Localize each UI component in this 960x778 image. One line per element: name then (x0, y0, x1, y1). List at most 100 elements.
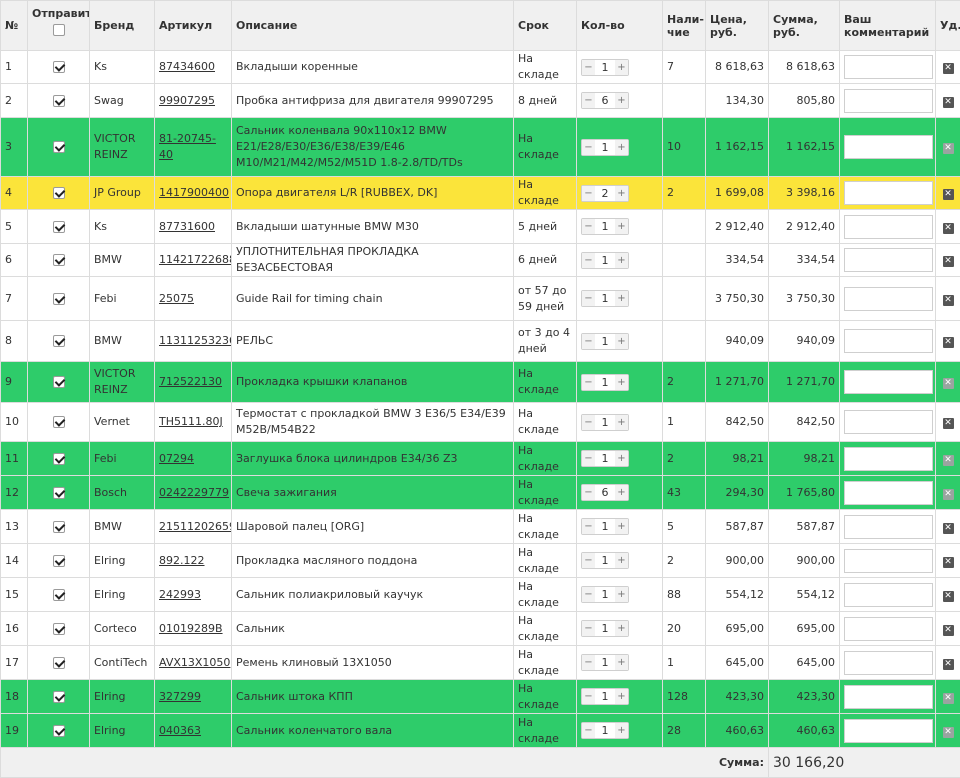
close-icon[interactable]: ✕ (943, 693, 954, 704)
comment-input[interactable] (844, 719, 933, 743)
article-link[interactable]: 11311253236 (159, 334, 232, 347)
comment-input[interactable] (844, 370, 933, 394)
minus-icon[interactable]: − (582, 415, 595, 430)
close-icon[interactable]: ✕ (943, 378, 954, 389)
select-all-checkbox[interactable] (53, 24, 65, 36)
comment-input[interactable] (844, 248, 933, 272)
article-link[interactable]: 1417900400 (159, 186, 229, 199)
send-checkbox[interactable] (53, 691, 65, 703)
send-checkbox[interactable] (53, 221, 65, 233)
comment-input[interactable] (844, 181, 933, 205)
article-link[interactable]: AVX13X1050 (159, 656, 230, 669)
quantity-value[interactable]: 2 (595, 186, 615, 201)
comment-input[interactable] (844, 515, 933, 539)
close-icon[interactable]: ✕ (943, 256, 954, 267)
article-link[interactable]: 07294 (159, 452, 194, 465)
minus-icon[interactable]: − (582, 621, 595, 636)
plus-icon[interactable]: + (615, 689, 628, 704)
comment-input[interactable] (844, 617, 933, 641)
comment-input[interactable] (844, 651, 933, 675)
article-link[interactable]: 712522130 (159, 375, 222, 388)
quantity-value[interactable]: 1 (595, 689, 615, 704)
send-checkbox[interactable] (53, 335, 65, 347)
minus-icon[interactable]: − (582, 253, 595, 268)
quantity-value[interactable]: 1 (595, 415, 615, 430)
close-icon[interactable]: ✕ (943, 337, 954, 348)
article-link[interactable]: 99907295 (159, 94, 215, 107)
minus-icon[interactable]: − (582, 689, 595, 704)
comment-input[interactable] (844, 410, 933, 434)
minus-icon[interactable]: − (582, 186, 595, 201)
quantity-value[interactable]: 1 (595, 587, 615, 602)
close-icon[interactable]: ✕ (943, 523, 954, 534)
close-icon[interactable]: ✕ (943, 143, 954, 154)
close-icon[interactable]: ✕ (943, 659, 954, 670)
plus-icon[interactable]: + (615, 519, 628, 534)
article-link[interactable]: 21511202659 (159, 520, 232, 533)
comment-input[interactable] (844, 89, 933, 113)
close-icon[interactable]: ✕ (943, 63, 954, 74)
quantity-value[interactable]: 1 (595, 60, 615, 75)
plus-icon[interactable]: + (615, 655, 628, 670)
plus-icon[interactable]: + (615, 186, 628, 201)
send-checkbox[interactable] (53, 521, 65, 533)
plus-icon[interactable]: + (615, 140, 628, 155)
send-checkbox[interactable] (53, 416, 65, 428)
article-link[interactable]: 87731600 (159, 220, 215, 233)
minus-icon[interactable]: − (582, 93, 595, 108)
minus-icon[interactable]: − (582, 723, 595, 738)
article-link[interactable]: 81-20745-40 (159, 132, 216, 161)
minus-icon[interactable]: − (582, 655, 595, 670)
send-checkbox[interactable] (53, 293, 65, 305)
quantity-value[interactable]: 1 (595, 219, 615, 234)
send-checkbox[interactable] (53, 725, 65, 737)
article-link[interactable]: TH5111.80J (159, 415, 223, 428)
comment-input[interactable] (844, 55, 933, 79)
plus-icon[interactable]: + (615, 291, 628, 306)
article-link[interactable]: 0242229779 (159, 486, 229, 499)
send-checkbox[interactable] (53, 453, 65, 465)
comment-input[interactable] (844, 447, 933, 471)
plus-icon[interactable]: + (615, 219, 628, 234)
minus-icon[interactable]: − (582, 219, 595, 234)
comment-input[interactable] (844, 583, 933, 607)
close-icon[interactable]: ✕ (943, 489, 954, 500)
close-icon[interactable]: ✕ (943, 455, 954, 466)
minus-icon[interactable]: − (582, 451, 595, 466)
plus-icon[interactable]: + (615, 621, 628, 636)
send-checkbox[interactable] (53, 589, 65, 601)
quantity-value[interactable]: 1 (595, 291, 615, 306)
comment-input[interactable] (844, 287, 933, 311)
plus-icon[interactable]: + (615, 375, 628, 390)
quantity-value[interactable]: 1 (595, 451, 615, 466)
quantity-value[interactable]: 1 (595, 723, 615, 738)
plus-icon[interactable]: + (615, 723, 628, 738)
quantity-value[interactable]: 1 (595, 553, 615, 568)
minus-icon[interactable]: − (582, 375, 595, 390)
article-link[interactable]: 242993 (159, 588, 201, 601)
minus-icon[interactable]: − (582, 519, 595, 534)
close-icon[interactable]: ✕ (943, 418, 954, 429)
article-link[interactable]: 040363 (159, 724, 201, 737)
minus-icon[interactable]: − (582, 140, 595, 155)
comment-input[interactable] (844, 135, 933, 159)
send-checkbox[interactable] (53, 657, 65, 669)
minus-icon[interactable]: − (582, 553, 595, 568)
comment-input[interactable] (844, 685, 933, 709)
close-icon[interactable]: ✕ (943, 727, 954, 738)
close-icon[interactable]: ✕ (943, 189, 954, 200)
quantity-value[interactable]: 1 (595, 140, 615, 155)
quantity-value[interactable]: 6 (595, 93, 615, 108)
send-checkbox[interactable] (53, 623, 65, 635)
close-icon[interactable]: ✕ (943, 591, 954, 602)
article-link[interactable]: 892.122 (159, 554, 205, 567)
quantity-value[interactable]: 1 (595, 655, 615, 670)
plus-icon[interactable]: + (615, 93, 628, 108)
article-link[interactable]: 11421722688 (159, 253, 232, 266)
quantity-value[interactable]: 1 (595, 375, 615, 390)
send-checkbox[interactable] (53, 95, 65, 107)
close-icon[interactable]: ✕ (943, 97, 954, 108)
article-link[interactable]: 87434600 (159, 60, 215, 73)
close-icon[interactable]: ✕ (943, 557, 954, 568)
close-icon[interactable]: ✕ (943, 295, 954, 306)
